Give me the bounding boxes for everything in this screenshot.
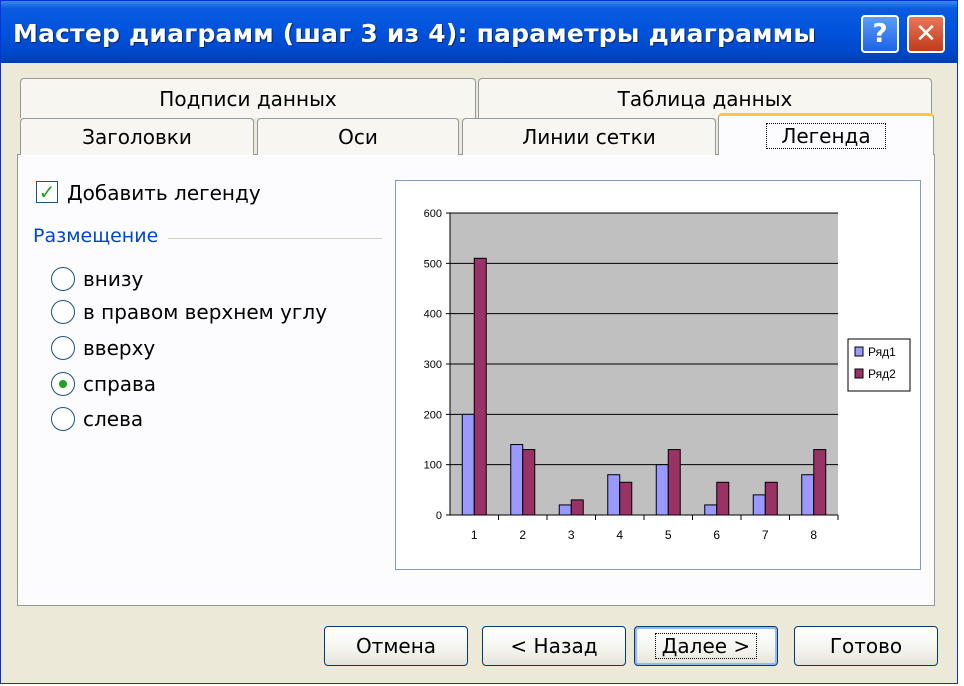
y-tick-label: 400: [424, 309, 442, 321]
tab-titles-label: Заголовки: [82, 125, 192, 149]
placement-radio-corner[interactable]: [51, 300, 75, 324]
x-tick-label: 2: [519, 528, 526, 542]
bar-series1: [801, 474, 815, 516]
bar-series1: [704, 504, 718, 516]
bar-series2: [473, 257, 487, 516]
bar-series2: [764, 481, 778, 516]
cancel-button-label: Отмена: [355, 634, 437, 658]
bar-series2: [570, 499, 584, 516]
tab-legend-label: Легенда: [766, 122, 886, 149]
bar-series1: [461, 413, 475, 516]
bar-series1: [752, 494, 766, 516]
bar-series2: [619, 481, 633, 516]
x-tick-label: 6: [713, 528, 720, 542]
legend-swatch: [854, 346, 864, 357]
checkmark-icon: ✓: [38, 180, 56, 204]
bar-series1: [558, 504, 572, 516]
tab-gridlines[interactable]: Линии сетки: [462, 118, 716, 155]
finish-button[interactable]: Готово: [794, 626, 938, 666]
tab-legend[interactable]: Легенда: [718, 113, 934, 155]
window-title: Мастер диаграмм (шаг 3 из 4): параметры …: [13, 19, 817, 48]
title-bar[interactable]: Мастер диаграмм (шаг 3 из 4): параметры …: [1, 1, 957, 63]
placement-radio-bottom[interactable]: [51, 267, 75, 291]
next-button-label: Далее >: [654, 633, 758, 659]
tab-axes-label: Оси: [338, 125, 378, 149]
radio-selected-dot: [59, 380, 67, 388]
placement-label-bottom[interactable]: внизу: [83, 267, 143, 291]
placement-label-corner[interactable]: в правом верхнем углу: [83, 300, 327, 324]
back-button[interactable]: < Назад: [482, 626, 626, 666]
show-legend-label[interactable]: Добавить легенду: [67, 181, 261, 205]
placement-group-divider: [168, 238, 382, 239]
y-tick-label: 600: [424, 208, 442, 220]
y-tick-label: 300: [424, 359, 442, 371]
x-tick-label: 4: [616, 528, 623, 542]
placement-radio-top[interactable]: [51, 336, 75, 360]
y-tick-label: 0: [436, 510, 442, 522]
close-button[interactable]: ✕: [907, 15, 945, 53]
x-tick-label: 5: [665, 528, 672, 542]
x-tick-label: 3: [568, 528, 575, 542]
back-button-label: < Назад: [510, 634, 598, 658]
x-tick-label: 1: [471, 528, 478, 542]
close-icon: ✕: [915, 19, 937, 49]
show-legend-checkbox[interactable]: ✓: [36, 181, 58, 203]
placement-label-left[interactable]: слева: [83, 407, 143, 431]
placement-label-top[interactable]: вверху: [83, 336, 155, 360]
bar-series1: [655, 464, 669, 516]
finish-button-label: Готово: [829, 634, 903, 658]
chart-preview: 0 100 200 300 400 500 600 1 2 3 4 5 6 7 8 Ряд1 Ряд2: [395, 180, 921, 570]
bar-series2: [667, 449, 681, 516]
placement-radio-right[interactable]: [51, 372, 75, 396]
bar-series1: [607, 474, 621, 516]
placement-radio-left[interactable]: [51, 407, 75, 431]
help-button[interactable]: ?: [861, 15, 899, 53]
y-tick-label: 200: [424, 409, 442, 421]
y-tick-label: 100: [424, 460, 442, 472]
placement-label-right[interactable]: справа: [83, 372, 156, 396]
tab-data-table-label: Таблица данных: [617, 86, 793, 111]
bar-series2: [813, 449, 827, 516]
legend-label: Ряд1: [868, 345, 896, 359]
y-tick-label: 500: [424, 258, 442, 270]
legend-swatch: [854, 368, 864, 379]
placement-group-label: Размещение: [33, 225, 159, 247]
tab-data-table[interactable]: Таблица данных: [478, 78, 932, 118]
chart-svg: 0 100 200 300 400 500 600 1 2 3 4 5 6 7 8 Ряд1 Ряд2: [424, 208, 911, 542]
bar-series1: [510, 444, 524, 516]
x-tick-label: 7: [762, 528, 769, 542]
tab-gridlines-label: Линии сетки: [522, 125, 656, 149]
tab-data-labels[interactable]: Подписи данных: [20, 78, 476, 118]
legend-label: Ряд2: [868, 367, 896, 381]
help-icon: ?: [872, 19, 888, 49]
cancel-button[interactable]: Отмена: [324, 626, 468, 666]
bar-series2: [522, 449, 536, 516]
tab-axes[interactable]: Оси: [257, 118, 459, 155]
tab-titles[interactable]: Заголовки: [20, 118, 254, 155]
next-button[interactable]: Далее >: [634, 626, 778, 666]
x-tick-label: 8: [810, 528, 817, 542]
bar-series2: [716, 481, 730, 516]
tab-data-labels-label: Подписи данных: [159, 86, 337, 111]
